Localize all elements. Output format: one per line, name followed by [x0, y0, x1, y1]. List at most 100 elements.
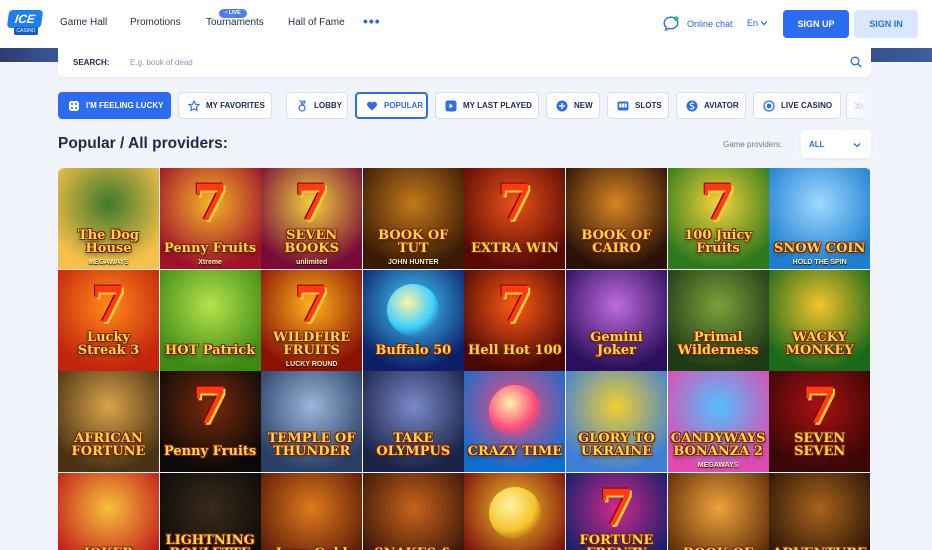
logo-word: ICE — [6, 10, 44, 28]
game-tile[interactable]: JOKERPOP — [58, 472, 159, 550]
tab-label: NEW — [574, 101, 593, 110]
sign-in-button[interactable]: SIGN IN — [854, 10, 918, 38]
game-subtitle: MEGAWAYS — [88, 259, 129, 266]
game-tile[interactable]: 7 SEVEN BOOKS unlimited — [261, 168, 363, 269]
game-tile[interactable]: TEMPLE OF THUNDER — [261, 371, 363, 473]
search-input[interactable] — [130, 54, 830, 71]
dice-icon — [69, 100, 79, 111]
providers-selected-value: ALL — [809, 140, 825, 149]
game-title: Penny Fruits — [163, 444, 257, 460]
game-tile[interactable]: CANDYWAYS BONANZA 2 MEGAWAYS — [667, 371, 769, 473]
game-tile[interactable]: Lava Gold — [261, 472, 363, 550]
game-subtitle: HOLD THE SPIN — [792, 259, 847, 266]
game-emblem-icon — [488, 385, 541, 438]
game-title: Hell Hot 100 — [468, 342, 562, 358]
game-emblem-icon — [387, 283, 440, 336]
language-selector[interactable]: En — [747, 18, 758, 28]
nav-game-hall[interactable]: Game Hall — [60, 17, 107, 28]
nav-hall-of-fame[interactable]: Hall of Fame — [288, 17, 345, 28]
game-tile[interactable]: BOOK OF TUT JOHN HUNTER — [362, 168, 464, 269]
tab-aviator[interactable]: AVIATOR — [676, 92, 746, 119]
game-tile[interactable]: ADVENTURESUPER STAKE EDITION — [769, 472, 871, 550]
game-tile[interactable]: SNOW COIN HOLD THE SPIN — [769, 168, 871, 269]
game-title: FORTUNE FRENZY — [579, 532, 654, 550]
game-tile[interactable]: 7 Penny Fruits — [159, 371, 261, 473]
game-title: AFRICAN FORTUNE — [71, 431, 146, 460]
game-subtitle: MEGAWAYS — [697, 462, 739, 470]
game-tile[interactable]: 7 Hell Hot 100 — [464, 269, 566, 371]
game-grid: The Dog House MEGAWAYS 7 Penny Fruits Xtreme… — [58, 168, 871, 550]
plus-circle-icon — [556, 100, 568, 111]
game-subtitle: LUCKY ROUND — [285, 360, 338, 368]
live-icon — [763, 99, 775, 112]
top-navigation-bar: ICE CASINO Game Hall Promotions • LIVE T… — [0, 0, 932, 48]
seven-symbol-icon: 7 — [599, 477, 634, 537]
game-tile[interactable]: 7 EXTRA WIN — [464, 168, 566, 269]
game-tile[interactable]: LIGHTNING ROULETTE — [159, 472, 261, 550]
game-title: SEVEN BOOKS — [284, 228, 339, 256]
game-title: Buffalo 50 — [375, 342, 452, 358]
game-title: TAKE OLYMPUS — [376, 431, 451, 460]
game-tile[interactable]: The Dog House MEGAWAYS — [58, 168, 159, 269]
game-tile[interactable]: Gemini Joker — [566, 269, 667, 371]
tab-label: LIVE CASINO — [781, 101, 833, 110]
game-tile[interactable]: AFRICAN FORTUNE — [58, 371, 159, 473]
chevron-down-icon — [760, 21, 768, 26]
game-title: The Dog House — [78, 228, 139, 256]
game-tile[interactable]: CRAZY TIME — [464, 371, 566, 473]
game-title: CRAZY TIME — [467, 444, 563, 460]
tab-new[interactable]: NEW — [546, 92, 600, 119]
tab-lobby[interactable]: LOBBY — [286, 92, 348, 119]
game-tile[interactable] — [464, 472, 566, 550]
slot-machine-icon — [617, 101, 629, 110]
seven-symbol-icon: 7 — [192, 173, 228, 232]
game-title: Penny Fruits — [163, 241, 257, 256]
game-tile[interactable]: WACKY MONKEY — [769, 269, 871, 371]
search-bar: SEARCH: — [58, 48, 871, 77]
section-title: Popular / All providers: — [58, 135, 228, 152]
search-icon[interactable] — [850, 56, 862, 68]
providers-label: Game providers: — [723, 140, 783, 149]
online-chat-link[interactable]: Online chat — [687, 19, 733, 29]
game-tile[interactable]: SNAKES & — [362, 472, 464, 550]
game-tile[interactable]: BOOK OF — [667, 472, 769, 550]
tab-my-last-played[interactable]: MY LAST PLAYED — [435, 92, 539, 119]
game-tile[interactable]: 7FORTUNE FRENZY — [566, 472, 667, 550]
game-title: LIGHTNING ROULETTE — [165, 532, 255, 550]
tab-label: AVIATOR — [704, 101, 739, 110]
game-tile[interactable]: HOT Patrick — [159, 269, 261, 371]
game-tile[interactable]: Buffalo 50 — [362, 269, 464, 371]
seven-symbol-icon: 7 — [802, 376, 838, 436]
seven-symbol-icon: 7 — [497, 274, 533, 334]
game-tile[interactable]: 7 SEVEN SEVEN — [769, 371, 871, 473]
nav-tournaments[interactable]: Tournaments — [206, 17, 264, 28]
sign-up-button[interactable]: SIGN UP — [783, 10, 849, 38]
game-tile[interactable]: 7 WILDFIRE FRUITS LUCKY ROUND — [261, 269, 363, 371]
more-menu-icon[interactable]: ••• — [363, 13, 381, 29]
game-title: CANDYWAYS BONANZA 2 — [670, 431, 766, 460]
medal-icon — [298, 99, 306, 112]
game-tile[interactable]: 7 Lucky Streak 3 — [58, 269, 159, 371]
nav-promotions[interactable]: Promotions — [130, 17, 181, 28]
game-tile[interactable]: TAKE OLYMPUS — [362, 371, 464, 473]
search-label: SEARCH: — [73, 58, 110, 67]
game-tile[interactable]: GLORY TO UKRAINE — [566, 371, 667, 473]
ice-casino-logo[interactable]: ICE CASINO — [6, 10, 44, 36]
game-tile[interactable]: Primal Wilderness — [667, 269, 769, 371]
game-tile[interactable]: BOOK OF CAIRO — [566, 168, 667, 269]
tab-my-favorites[interactable]: MY FAVORITES — [178, 92, 272, 119]
game-subtitle: unlimited — [296, 259, 328, 266]
game-title: WACKY MONKEY — [785, 329, 854, 358]
tab-slots[interactable]: SLOTS — [607, 92, 669, 119]
tab-popular[interactable]: POPULAR — [355, 92, 428, 119]
game-tile[interactable]: 7 Penny Fruits Xtreme — [159, 168, 261, 269]
game-tile[interactable]: 7 100 Juicy Fruits — [667, 168, 769, 269]
seven-symbol-icon: 7 — [497, 173, 533, 232]
providers-select[interactable]: ALL — [801, 130, 871, 158]
tab-feeling-lucky[interactable]: I'M FEELING LUCKY — [58, 92, 171, 119]
game-title: 100 Juicy Fruits — [684, 228, 752, 256]
chat-icon[interactable] — [663, 16, 679, 31]
tabs-fade-overlay — [848, 92, 872, 119]
tab-live-casino[interactable]: LIVE CASINO — [753, 92, 841, 119]
game-title: Primal Wilderness — [677, 329, 759, 358]
